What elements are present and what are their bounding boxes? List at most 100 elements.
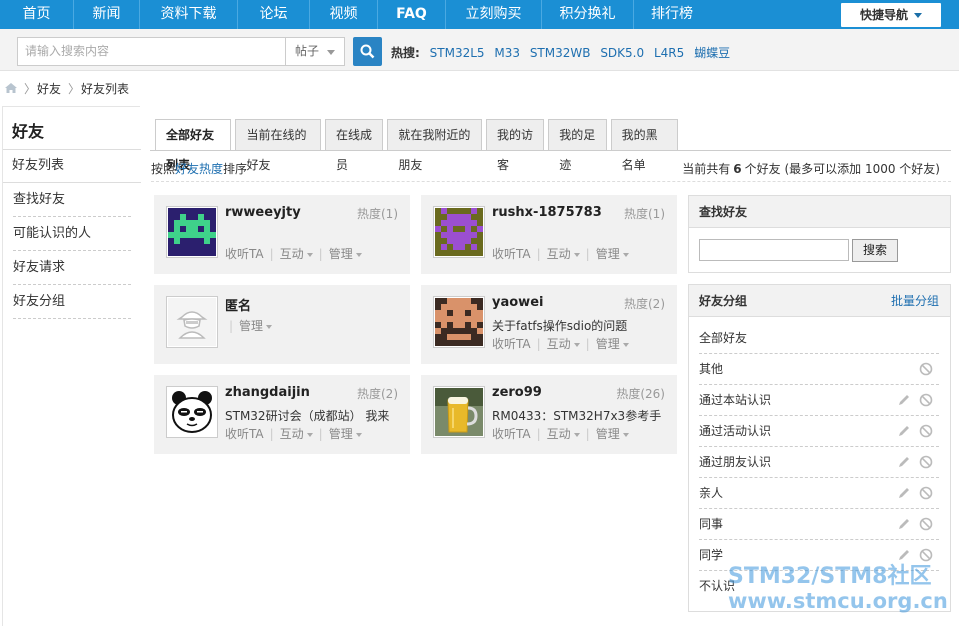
breadcrumb-friends[interactable]: 好友: [37, 78, 61, 100]
action-separator: |: [536, 427, 541, 441]
manage-dropdown[interactable]: 管理: [329, 427, 362, 441]
sidebar-item-may-know[interactable]: 可能认识的人: [13, 217, 131, 251]
hot-search-link[interactable]: STM32WB: [530, 46, 591, 60]
nav-points[interactable]: 积分换礼: [542, 0, 634, 29]
nav-video[interactable]: 视频: [310, 0, 378, 29]
tab-all-friends[interactable]: 全部好友列表: [155, 119, 232, 172]
interact-label: 互动: [279, 247, 304, 261]
avatar[interactable]: [166, 386, 218, 438]
group-item[interactable]: 全部好友: [699, 323, 939, 354]
friend-name[interactable]: zero99: [492, 385, 542, 400]
friend-signature[interactable]: 关于fatfs操作sdio的问题: [492, 317, 627, 334]
friend-signature[interactable]: RM0433：STM32H7x3参考手: [492, 407, 661, 424]
pencil-icon[interactable]: [897, 486, 911, 500]
listen-link[interactable]: 收听TA: [225, 247, 264, 261]
friend-heat: 热度(2): [357, 387, 398, 401]
avatar[interactable]: [166, 296, 218, 348]
group-label: 通过朋友认识: [699, 455, 772, 469]
sidebar-item-find-friends[interactable]: 查找好友: [13, 183, 131, 217]
avatar[interactable]: [166, 206, 218, 258]
group-item[interactable]: 通过活动认识: [699, 416, 939, 447]
nav-buy[interactable]: 立刻购买: [446, 0, 542, 29]
nav-forum[interactable]: 论坛: [238, 0, 310, 29]
interact-label: 互动: [546, 427, 571, 441]
group-item[interactable]: 通过本站认识: [699, 385, 939, 416]
search-button[interactable]: [353, 37, 382, 66]
listen-link[interactable]: 收听TA: [492, 337, 531, 351]
nav-downloads[interactable]: 资料下载: [140, 0, 238, 29]
friend-name[interactable]: yaowei: [492, 295, 543, 310]
batch-group-link[interactable]: 批量分组: [891, 285, 939, 317]
sort-suffix: 排序: [223, 162, 248, 176]
friend-name[interactable]: rushx-1875783: [492, 205, 602, 220]
chevron-down-icon: [573, 252, 580, 257]
sidebar-item-requests[interactable]: 好友请求: [13, 251, 131, 285]
block-icon[interactable]: [919, 424, 933, 438]
hot-search-link[interactable]: 蝴蝶豆: [694, 46, 730, 60]
listen-link[interactable]: 收听TA: [492, 427, 531, 441]
manage-dropdown[interactable]: 管理: [596, 247, 629, 261]
manage-dropdown[interactable]: 管理: [239, 319, 273, 333]
interact-dropdown[interactable]: 互动: [280, 247, 313, 261]
block-icon[interactable]: [919, 486, 933, 500]
tab-nearby[interactable]: 就在我附近的朋友: [387, 119, 482, 172]
find-friend-input[interactable]: [699, 239, 849, 261]
interact-dropdown[interactable]: 互动: [280, 427, 313, 441]
tab-footprints[interactable]: 我的足迹: [548, 119, 607, 172]
pencil-icon[interactable]: [897, 455, 911, 469]
pencil-icon[interactable]: [897, 517, 911, 531]
group-item[interactable]: 通过朋友认识: [699, 447, 939, 478]
block-icon[interactable]: [919, 548, 933, 562]
pencil-icon[interactable]: [897, 548, 911, 562]
pencil-icon[interactable]: [897, 393, 911, 407]
pencil-icon[interactable]: [897, 424, 911, 438]
hot-search-link[interactable]: STM32L5: [430, 46, 485, 60]
interact-dropdown[interactable]: 互动: [547, 427, 580, 441]
home-icon[interactable]: [4, 82, 18, 94]
nav-faq[interactable]: FAQ: [378, 0, 446, 29]
manage-label: 管理: [328, 247, 353, 261]
manage-dropdown[interactable]: 管理: [596, 337, 629, 351]
action-separator: |: [269, 247, 274, 261]
block-icon[interactable]: [919, 455, 933, 469]
sort-key-link[interactable]: 好友热度: [175, 162, 223, 176]
block-icon[interactable]: [919, 362, 933, 376]
avatar[interactable]: [433, 386, 485, 438]
nav-ranking[interactable]: 排行榜: [634, 0, 710, 29]
listen-link[interactable]: 收听TA: [492, 247, 531, 261]
hot-search-link[interactable]: L4R5: [654, 46, 684, 60]
search-type-label: 帖子: [295, 44, 320, 58]
tab-blacklist[interactable]: 我的黑名单: [610, 119, 678, 172]
interact-dropdown[interactable]: 互动: [547, 337, 580, 351]
group-item[interactable]: 其他: [699, 354, 939, 385]
nav-home[interactable]: 首页: [0, 0, 74, 29]
friend-name[interactable]: 匿名: [225, 295, 251, 314]
hot-search-link[interactable]: M33: [494, 46, 520, 60]
friend-name[interactable]: zhangdaijin: [225, 385, 310, 400]
friend-card: yaowei 热度(2) 关于fatfs操作sdio的问题 收听TA | 互动 | 管理: [421, 285, 677, 364]
interact-dropdown[interactable]: 互动: [547, 247, 580, 261]
avatar[interactable]: [433, 206, 485, 258]
search-input[interactable]: 请输入搜索内容: [17, 37, 286, 66]
search-type-select[interactable]: 帖子: [285, 37, 345, 66]
manage-dropdown[interactable]: 管理: [596, 427, 629, 441]
friend-name[interactable]: rwweeyjty: [225, 205, 301, 220]
sidebar-item-friend-list[interactable]: 好友列表: [3, 149, 141, 183]
find-friend-search-button[interactable]: 搜索: [852, 239, 898, 262]
tab-online-members[interactable]: 在线成员: [325, 119, 384, 172]
tab-visitors[interactable]: 我的访客: [485, 119, 545, 172]
group-item[interactable]: 亲人: [699, 478, 939, 509]
nav-news[interactable]: 新闻: [74, 0, 140, 29]
quick-nav-button[interactable]: 快捷导航: [841, 3, 941, 27]
avatar[interactable]: [433, 296, 485, 348]
breadcrumb-friend-list[interactable]: 好友列表: [81, 78, 129, 100]
friend-signature[interactable]: STM32研讨会（成都站） 我来: [225, 407, 389, 424]
tab-online-friends[interactable]: 当前在线的好友: [235, 119, 322, 172]
manage-dropdown[interactable]: 管理: [329, 247, 362, 261]
group-item[interactable]: 同事: [699, 509, 939, 540]
sidebar-item-groups[interactable]: 好友分组: [13, 285, 131, 319]
block-icon[interactable]: [919, 517, 933, 531]
hot-search-link[interactable]: SDK5.0: [600, 46, 644, 60]
block-icon[interactable]: [919, 393, 933, 407]
listen-link[interactable]: 收听TA: [225, 427, 264, 441]
